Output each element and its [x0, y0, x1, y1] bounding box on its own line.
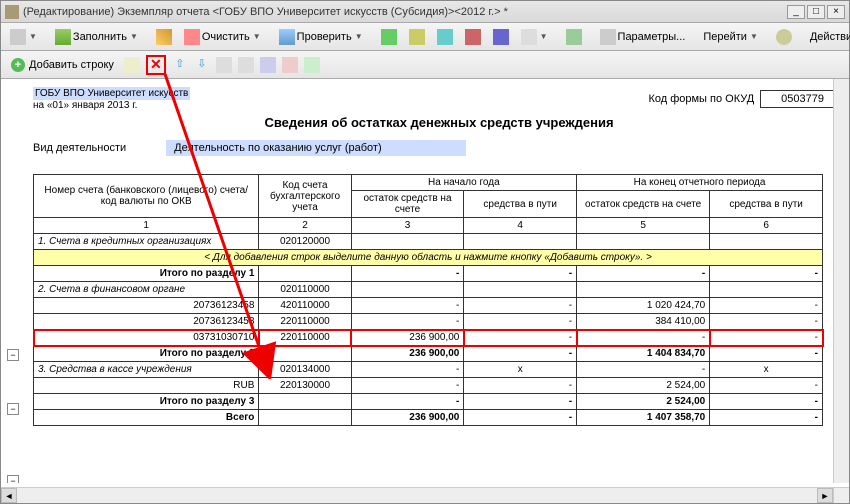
filter-icon[interactable]	[260, 57, 276, 73]
col-end-ost: остаток средств на счете	[577, 191, 710, 218]
menu-icon[interactable]: ▼	[5, 26, 42, 48]
colnum-4: 4	[464, 218, 577, 234]
document-title: Сведения об остатках денежных средств уч…	[33, 115, 845, 130]
pencil-icon[interactable]	[151, 26, 177, 48]
table-row[interactable]: RUB 220130000 -- 2 524,00 -	[34, 378, 823, 394]
params-button[interactable]: Параметры...	[595, 26, 691, 48]
tree-collapse-3[interactable]: −	[7, 475, 19, 483]
section-3-header[interactable]: 3. Средства в кассе учреждения 020134000…	[34, 362, 823, 378]
main-toolbar: ▼ Заполнить▼ Очистить▼ Проверить▼ ▼ Пара…	[1, 23, 849, 51]
delete-x-icon: ✕	[150, 56, 162, 73]
activity-value[interactable]: Деятельность по оказанию услуг (работ)	[166, 140, 466, 156]
horizontal-scrollbar[interactable]: ◄ ►	[1, 487, 833, 503]
highlighted-row[interactable]: 03731030710 220110000 236 900,00 ---	[34, 330, 823, 346]
collapse-icon[interactable]	[460, 26, 486, 48]
fill-label: Заполнить	[73, 31, 127, 43]
export-icon[interactable]	[304, 57, 320, 73]
resize-corner[interactable]	[833, 487, 849, 503]
colnum-6: 6	[710, 218, 823, 234]
cursor-icon[interactable]: ▼	[516, 26, 553, 48]
maximize-button[interactable]: □	[807, 5, 825, 19]
section-2-header[interactable]: 2. Счета в финансовом органе 020110000	[34, 282, 823, 298]
okud-label: Код формы по ОКУД	[648, 93, 754, 105]
down-icon[interactable]: ⇩	[194, 57, 210, 73]
copy-icon[interactable]	[124, 57, 140, 73]
activity-label: Вид деятельности	[33, 142, 126, 154]
expand-icon[interactable]	[488, 26, 514, 48]
col-start-put: средства в пути	[464, 191, 577, 218]
actions-button[interactable]: Действия▼	[805, 26, 850, 48]
add-row-label: Добавить строку	[29, 59, 114, 71]
delete-row-button[interactable]: ✕	[146, 55, 166, 75]
titlebar: (Редактирование) Экземпляр отчета <ГОБУ …	[1, 1, 849, 23]
okud-block: Код формы по ОКУД 0503779	[648, 87, 845, 111]
sort-asc-icon[interactable]	[216, 57, 232, 73]
report-table: Номер счета (банковского (лицевого) счет…	[33, 174, 823, 426]
tree-collapse-2[interactable]: −	[7, 403, 19, 415]
section-1-total[interactable]: Итого по разделу 1 ----	[34, 266, 823, 282]
grid-icon-1[interactable]	[376, 26, 402, 48]
section-2-total[interactable]: Итого по разделу 2 236 900,00 - 1 404 83…	[34, 346, 823, 362]
clear-label: Очистить	[202, 31, 250, 43]
up-icon[interactable]: ⇧	[172, 57, 188, 73]
section-1-header[interactable]: 1. Счета в кредитных организациях 020120…	[34, 234, 823, 250]
app-icon	[5, 5, 19, 19]
report-window: (Редактирование) Экземпляр отчета <ГОБУ …	[0, 0, 850, 504]
scroll-left-icon[interactable]: ◄	[1, 488, 17, 503]
section-3-total[interactable]: Итого по разделу 3 -- 2 524,00 -	[34, 394, 823, 410]
row-toolbar: + Добавить строку ✕ ⇧ ⇩	[1, 51, 849, 79]
add-row-button[interactable]: + Добавить строку	[5, 56, 120, 74]
colnum-2: 2	[259, 218, 351, 234]
tree-collapse-1[interactable]: −	[7, 349, 19, 361]
scroll-right-icon[interactable]: ►	[817, 488, 833, 503]
actions-label: Действия	[810, 31, 850, 43]
col-start-ost: остаток средств на счете	[351, 191, 464, 218]
check-button[interactable]: Проверить▼	[274, 26, 368, 48]
col-group-end: На конец отчетного периода	[577, 175, 823, 191]
table-row[interactable]: 20736123458 220110000 -- 384 410,00 -	[34, 314, 823, 330]
refresh-icon[interactable]	[561, 26, 587, 48]
col-account: Номер счета (банковского (лицевого) счет…	[34, 175, 259, 218]
org-name: ГОБУ ВПО Университет искусств	[33, 87, 190, 100]
sort-desc-icon[interactable]	[238, 57, 254, 73]
minimize-button[interactable]: _	[787, 5, 805, 19]
col-end-put: средства в пути	[710, 191, 823, 218]
window-title: (Редактирование) Экземпляр отчета <ГОБУ …	[23, 6, 787, 18]
fill-button[interactable]: Заполнить▼	[50, 26, 143, 48]
plus-icon: +	[11, 58, 25, 72]
filter-clear-icon[interactable]	[282, 57, 298, 73]
grid-icon-2[interactable]	[404, 26, 430, 48]
col-code: Код счета бухгалтерского учета	[259, 175, 351, 218]
colnum-3: 3	[351, 218, 464, 234]
clear-button[interactable]: Очистить▼	[179, 26, 266, 48]
close-button[interactable]: ×	[827, 5, 845, 19]
vertical-scrollbar[interactable]	[833, 79, 849, 483]
goto-button[interactable]: Перейти▼	[698, 26, 763, 48]
org-info: ГОБУ ВПО Университет искусств на «01» ян…	[33, 87, 190, 111]
params-label: Параметры...	[618, 31, 686, 43]
colnum-5: 5	[577, 218, 710, 234]
document-content: ГОБУ ВПО Университет искусств на «01» ян…	[1, 79, 849, 483]
help-icon[interactable]	[771, 26, 797, 48]
add-hint-row[interactable]: < Для добавления строк выделите данную о…	[34, 250, 823, 266]
colnum-1: 1	[34, 218, 259, 234]
goto-label: Перейти	[703, 31, 747, 43]
col-group-start: На начало года	[351, 175, 576, 191]
grand-total[interactable]: Всего 236 900,00 - 1 407 358,70 -	[34, 410, 823, 426]
grid-icon-3[interactable]	[432, 26, 458, 48]
check-label: Проверить	[297, 31, 352, 43]
report-date: на «01» января 2013 г.	[33, 100, 137, 111]
table-row[interactable]: 20736123458 420110000 -- 1 020 424,70 -	[34, 298, 823, 314]
